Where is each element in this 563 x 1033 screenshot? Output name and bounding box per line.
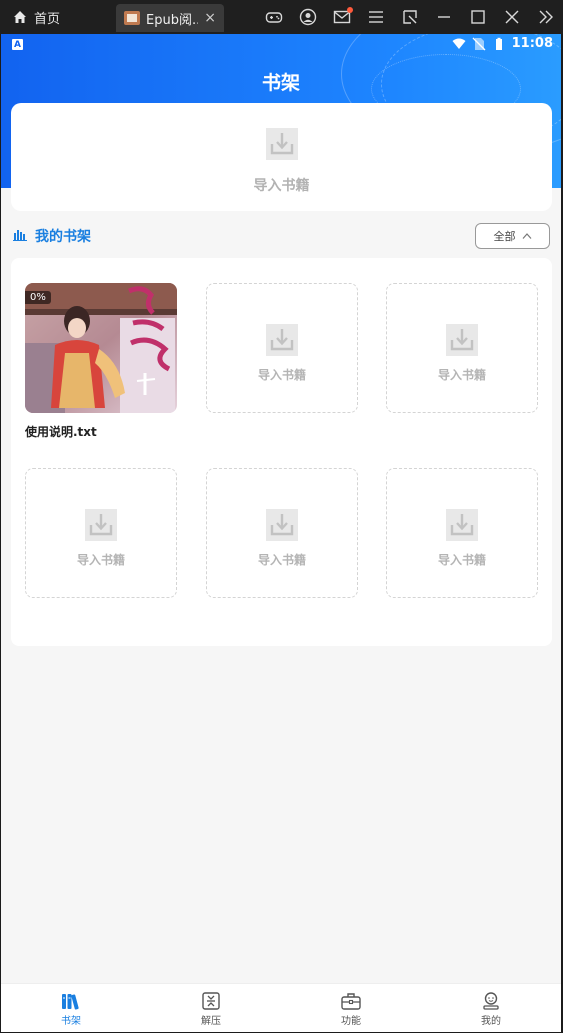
- wifi-icon: [452, 38, 466, 49]
- download-icon: [266, 324, 298, 356]
- download-icon: [446, 324, 478, 356]
- status-time: 11:08: [511, 36, 553, 51]
- nav-label-profile: 我的: [481, 1016, 501, 1027]
- status-badge: A: [12, 39, 23, 50]
- nav-item-profile[interactable]: 我的: [421, 984, 561, 1032]
- chevron-up-icon: [522, 233, 531, 239]
- double-chevron-icon[interactable]: [535, 6, 557, 28]
- resize-icon[interactable]: [399, 6, 421, 28]
- unzip-icon: [202, 992, 220, 1010]
- nav-label-bookshelf: 书架: [61, 1016, 81, 1027]
- reading-progress-badge: 0%: [25, 291, 51, 304]
- nav-label-unzip: 解压: [201, 1016, 221, 1027]
- import-book-slot[interactable]: 导入书籍: [206, 283, 358, 413]
- download-icon: [266, 509, 298, 541]
- book-cover[interactable]: 0%: [25, 283, 177, 413]
- phone-screen: A 11:08 书架 导入书籍 我的书架 全部 0% 使用说明.txt 导入书籍…: [1, 34, 561, 1032]
- gamepad-icon[interactable]: [263, 6, 285, 28]
- emulator-toolbar: [263, 6, 557, 28]
- import-book-slot[interactable]: 导入书籍: [386, 283, 538, 413]
- filter-label: 全部: [493, 230, 516, 243]
- bookshelf-stats-icon: [13, 230, 27, 241]
- nav-item-tools[interactable]: 功能: [281, 984, 421, 1032]
- import-book-label: 导入书籍: [437, 553, 486, 567]
- download-icon: [265, 128, 298, 160]
- user-icon[interactable]: [297, 6, 319, 28]
- nav-label-tools: 功能: [341, 1016, 361, 1027]
- import-book-slot[interactable]: 导入书籍: [386, 468, 538, 598]
- home-tab[interactable]: 首页: [12, 6, 60, 28]
- home-tab-label: 首页: [34, 11, 61, 27]
- minimize-icon[interactable]: [433, 6, 455, 28]
- bookshelf-icon: [62, 994, 79, 1010]
- battery-icon: [495, 37, 502, 50]
- book-title: 使用说明.txt: [25, 425, 97, 439]
- home-icon: [14, 11, 26, 23]
- download-icon: [446, 509, 478, 541]
- import-book-slot[interactable]: 导入书籍: [25, 468, 177, 598]
- no-sim-icon: [472, 37, 486, 50]
- nav-item-unzip[interactable]: 解压: [141, 984, 281, 1032]
- notification-dot: [347, 7, 353, 13]
- close-icon[interactable]: [501, 6, 523, 28]
- menu-icon[interactable]: [365, 6, 387, 28]
- filter-dropdown[interactable]: 全部: [475, 223, 550, 249]
- page-title: 书架: [261, 72, 300, 94]
- app-tab-icon: [124, 11, 140, 25]
- tab-close-icon[interactable]: ×: [204, 10, 216, 26]
- shelf-title: 我的书架: [35, 229, 91, 245]
- emulator-title-bar: 首页 Epub阅... ×: [0, 0, 563, 34]
- bottom-nav: 书架 解压 功能 我的: [1, 983, 561, 1032]
- status-bar: A 11:08: [1, 34, 561, 56]
- import-book-label: 导入书籍: [76, 553, 125, 567]
- shelf-header: 我的书架 全部: [13, 223, 550, 249]
- import-book-slot[interactable]: 导入书籍: [206, 468, 358, 598]
- mail-icon[interactable]: [331, 6, 353, 28]
- import-books-card[interactable]: 导入书籍: [11, 103, 552, 211]
- app-tab[interactable]: Epub阅... ×: [116, 4, 224, 32]
- nav-item-bookshelf[interactable]: 书架: [1, 984, 141, 1032]
- import-book-label: 导入书籍: [437, 368, 486, 382]
- app-tab-label: Epub阅...: [146, 12, 198, 28]
- bookshelf-grid: 0% 使用说明.txt 导入书籍 导入书籍 导入书籍 导入书籍 导入书籍: [11, 258, 552, 646]
- toolbox-icon: [341, 993, 361, 1010]
- download-icon: [85, 509, 117, 541]
- import-books-label: 导入书籍: [253, 178, 310, 194]
- profile-icon: [483, 992, 499, 1010]
- maximize-icon[interactable]: [467, 6, 489, 28]
- import-book-label: 导入书籍: [257, 368, 306, 382]
- import-book-label: 导入书籍: [257, 553, 306, 567]
- book-item[interactable]: 0% 使用说明.txt: [25, 283, 177, 440]
